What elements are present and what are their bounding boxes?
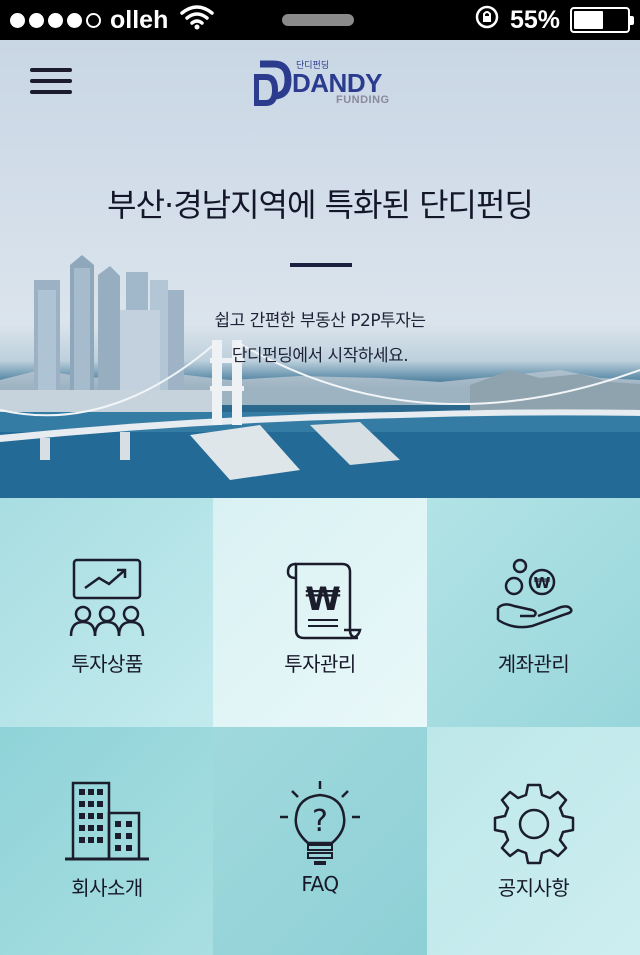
signal-dot-empty [86,12,101,28]
hero-subtitle-line2: 단디펀딩에서 시작하세요. [231,346,409,366]
svg-text:₩: ₩ [305,580,340,618]
menu-label: 계좌관리 [497,652,570,676]
menu-tile-investment-management[interactable]: ₩ 투자관리 [213,498,427,727]
signal-dot [48,12,63,28]
hamburger-menu-button[interactable] [30,68,72,98]
carrier-name: olleh [110,5,169,34]
battery-fill [574,11,603,29]
menu-tile-notices[interactable]: 공지사항 [427,727,640,955]
won-document-icon: ₩ [286,562,362,640]
hero-divider [290,263,352,267]
menu-label: FAQ [301,872,339,896]
logo-subtitle: FUNDING [336,94,390,106]
hero-banner: 단디펀딩 DANDY FUNDING 부산·경남지역에 특화된 단디펀딩 쉽고 … [0,40,640,498]
wifi-icon [180,4,215,37]
status-bar: olleh 55% [0,0,640,40]
chart-people-icon [69,558,145,637]
svg-text:?: ? [312,804,328,839]
signal-dot [67,12,82,28]
logo-mark-icon [254,60,292,106]
building-icon [65,781,149,861]
menu-label: 투자상품 [71,652,143,676]
status-left: olleh [10,4,215,37]
hamburger-line [30,90,72,94]
gear-icon [493,783,575,865]
signal-dot [10,12,25,28]
hand-coins-icon: ₩ [496,558,573,629]
notch-pill [282,14,354,26]
menu-label: 투자관리 [284,652,356,676]
hero-title: 부산·경남지역에 특화된 단디펀딩 [107,186,534,224]
battery-percent: 55% [509,5,560,34]
battery-icon [570,7,634,33]
hamburger-line [30,79,72,83]
svg-text:₩: ₩ [534,574,551,592]
question-bulb-icon: ? [280,781,360,865]
main-menu-grid: 투자상품 ₩ 투자관리 ₩ 계좌관리 회사소개 ? FAQ 공지사항 [0,498,640,955]
status-right: 55% [474,4,634,37]
menu-tile-company-intro[interactable]: 회사소개 [0,727,214,955]
menu-label: 회사소개 [71,876,143,900]
menu-tile-investment-products[interactable]: 투자상품 [0,498,214,727]
signal-dot [29,12,44,28]
menu-label: 공지사항 [497,876,570,900]
hamburger-line [30,68,72,72]
menu-tile-faq[interactable]: ? FAQ [213,727,427,955]
rotation-lock-icon [474,4,500,37]
dandy-funding-logo[interactable]: 단디펀딩 DANDY FUNDING [248,56,398,112]
menu-tile-account-management[interactable]: ₩ 계좌관리 [427,498,640,727]
hero-subtitle-line1: 쉽고 간편한 부동산 P2P투자는 [214,311,426,331]
